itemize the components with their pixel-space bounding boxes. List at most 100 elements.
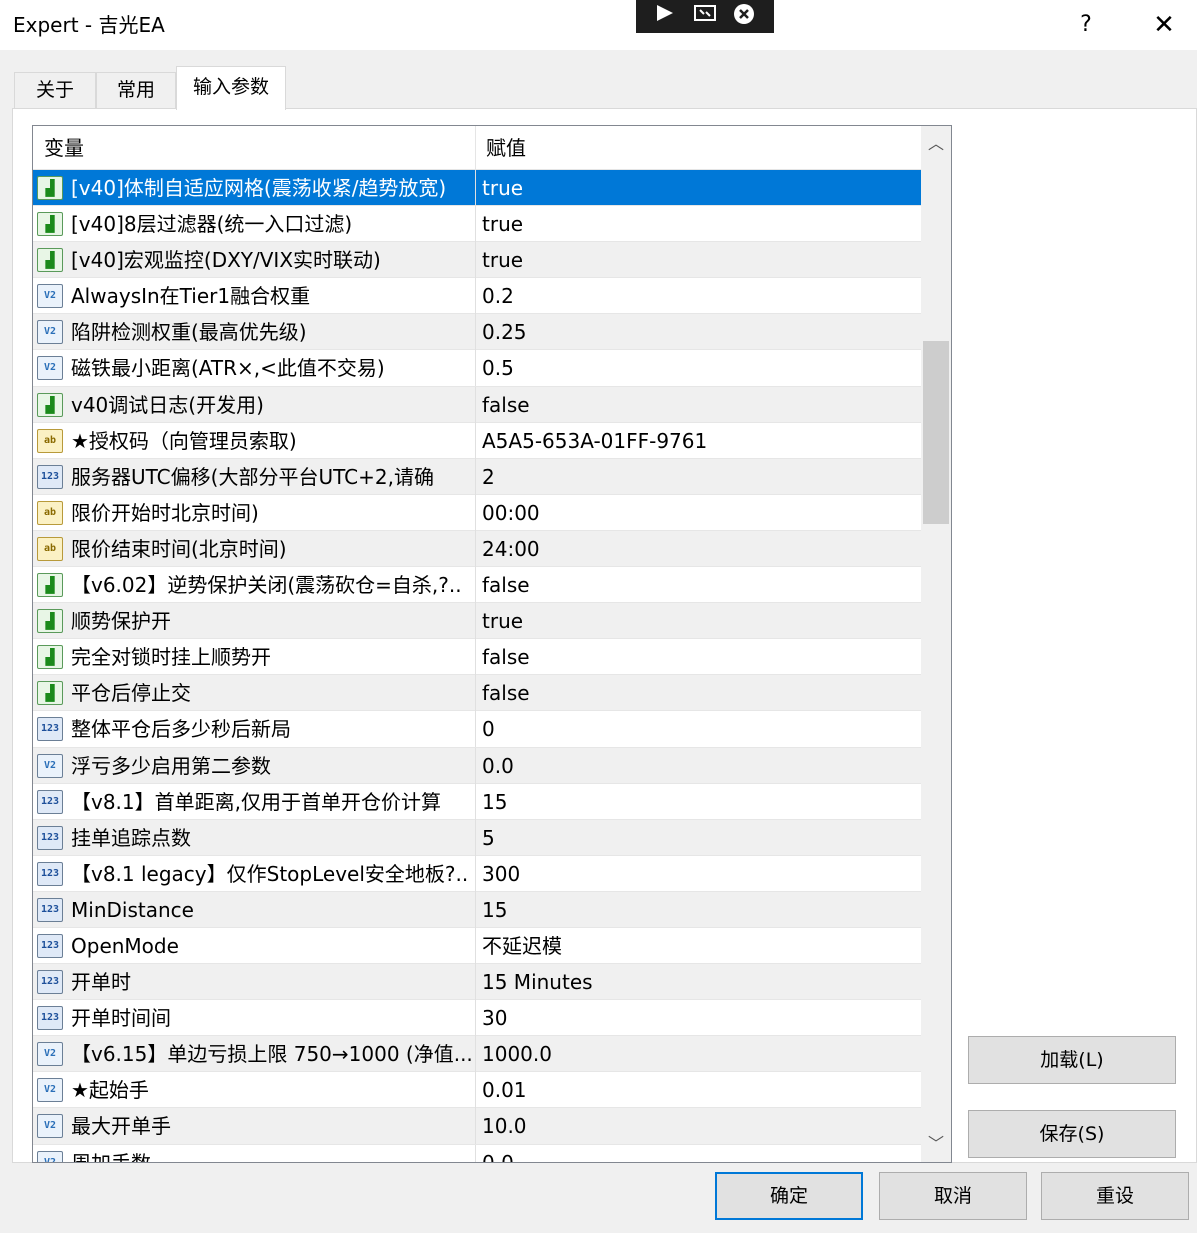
value-cell[interactable]: 10.0 (476, 1108, 921, 1144)
variable-cell[interactable]: V2 浮亏多少启用第二参数 (33, 747, 476, 784)
variable-cell[interactable]: 123 MinDistance (33, 891, 476, 928)
column-header-value[interactable]: 赋值 (476, 126, 921, 170)
value-cell[interactable]: 不延迟模 (476, 928, 921, 964)
table-row[interactable]: ab 限价开始时北京时间) 00:00 (33, 494, 921, 531)
value-cell[interactable]: false (476, 639, 921, 675)
close-circle-icon[interactable] (731, 3, 757, 27)
table-row[interactable]: 123 整体平仓后多少秒后新局 0 (33, 711, 921, 748)
variable-cell[interactable]: V2 陷阱检测权重(最高优先级) (33, 314, 476, 351)
value-cell[interactable]: 1000.0 (476, 1036, 921, 1072)
table-row[interactable]: 123 【v8.1】首单距离,仅用于首单开仓价计算 15 (33, 783, 921, 820)
variable-cell[interactable]: ▟ v40调试日志(开发用) (33, 386, 476, 423)
value-cell[interactable]: 5 (476, 820, 921, 856)
tab-common[interactable]: 常用 (96, 72, 176, 108)
value-cell[interactable]: 0.0 (476, 748, 921, 784)
scroll-down-icon[interactable]: ﹀ (921, 1126, 951, 1162)
column-header-variable[interactable]: 变量 (33, 126, 476, 170)
value-cell[interactable]: 0.5 (476, 350, 921, 386)
table-row[interactable]: 123 MinDistance 15 (33, 891, 921, 928)
variable-cell[interactable]: ▟ [v40]8层过滤器(统一入口过滤) (33, 206, 476, 243)
value-cell[interactable]: 300 (476, 856, 921, 892)
variable-cell[interactable]: ▟ 【v6.02】逆势保护关闭(震荡砍仓=自杀,?.. (33, 567, 476, 604)
help-button[interactable]: ? (1068, 8, 1104, 42)
variable-cell[interactable]: V2 最大开单手 (33, 1108, 476, 1145)
variable-cell[interactable]: ab 限价结束时间(北京时间) (33, 530, 476, 567)
value-cell[interactable]: false (476, 675, 921, 711)
table-row[interactable]: V2 磁铁最小距离(ATR×,<此值不交易) 0.5 (33, 350, 921, 387)
variable-cell[interactable]: ▟ [v40]宏观监控(DXY/VIX实时联动) (33, 242, 476, 279)
ok-button[interactable]: 确定 (715, 1172, 863, 1220)
value-cell[interactable]: true (476, 242, 921, 278)
table-row[interactable]: ▟ [v40]宏观监控(DXY/VIX实时联动) true (33, 242, 921, 279)
table-row[interactable]: ▟ v40调试日志(开发用) false (33, 386, 921, 423)
table-row[interactable]: 123 挂单追踪点数 5 (33, 819, 921, 856)
table-row[interactable]: ▟ 完全对锁时挂上顺势开 false (33, 639, 921, 676)
value-cell[interactable]: 0.2 (476, 278, 921, 314)
variable-cell[interactable]: 123 开单时 (33, 964, 476, 1001)
variable-cell[interactable]: 123 OpenMode (33, 927, 476, 964)
variable-cell[interactable]: 123 【v8.1】首单距离,仅用于首单开仓价计算 (33, 783, 476, 820)
variable-cell[interactable]: 123 服务器UTC偏移(大部分平台UTC+2,请确 (33, 458, 476, 495)
value-cell[interactable]: 0.0 (476, 1145, 921, 1162)
value-cell[interactable]: 2 (476, 459, 921, 495)
table-row[interactable]: V2 陷阱检测权重(最高优先级) 0.25 (33, 314, 921, 351)
table-row[interactable]: 123 开单时间间 30 (33, 1000, 921, 1037)
pin-icon[interactable] (652, 3, 678, 27)
table-row[interactable]: ▟ 平仓后停止交 false (33, 675, 921, 712)
tab-inputs[interactable]: 输入参数 (176, 66, 286, 110)
scroll-thumb[interactable] (923, 341, 949, 524)
scroll-up-icon[interactable]: ︿ (921, 126, 951, 162)
variable-cell[interactable]: V2 磁铁最小距离(ATR×,<此值不交易) (33, 350, 476, 387)
variable-cell[interactable]: V2 【v6.15】单边亏损上限 750→1000 (净值... (33, 1036, 476, 1073)
value-cell[interactable]: 0 (476, 711, 921, 747)
vertical-scrollbar[interactable]: ︿ ﹀ (921, 126, 951, 1162)
variable-cell[interactable]: 123 【v8.1 legacy】仅作StopLevel安全地板?.. (33, 855, 476, 892)
variable-cell[interactable]: ▟ [v40]体制自适应网格(震荡收紧/趋势放宽) (33, 170, 476, 206)
table-row[interactable]: V2 AlwaysIn在Tier1融合权重 0.2 (33, 278, 921, 315)
variable-cell[interactable]: V2 ★起始手 (33, 1072, 476, 1109)
variable-cell[interactable]: V2 周加手数 (33, 1144, 476, 1162)
variable-cell[interactable]: 123 开单时间间 (33, 1000, 476, 1037)
value-cell[interactable]: false (476, 387, 921, 423)
table-row[interactable]: 123 【v8.1 legacy】仅作StopLevel安全地板?.. 300 (33, 855, 921, 892)
value-cell[interactable]: true (476, 170, 921, 206)
variable-cell[interactable]: ▟ 平仓后停止交 (33, 675, 476, 712)
value-cell[interactable]: 00:00 (476, 495, 921, 531)
tab-about[interactable]: 关于 (14, 72, 96, 108)
table-row[interactable]: V2 浮亏多少启用第二参数 0.0 (33, 747, 921, 784)
table-row[interactable]: V2 最大开单手 10.0 (33, 1108, 921, 1145)
table-row[interactable]: ab 限价结束时间(北京时间) 24:00 (33, 530, 921, 568)
variable-cell[interactable]: 123 挂单追踪点数 (33, 819, 476, 856)
variable-cell[interactable]: 123 整体平仓后多少秒后新局 (33, 711, 476, 748)
value-cell[interactable]: true (476, 206, 921, 242)
table-row[interactable]: 123 OpenMode 不延迟模 (33, 927, 921, 965)
value-cell[interactable]: A5A5-653A-01FF-9761 (476, 423, 921, 459)
table-row[interactable]: V2 ★起始手 0.01 (33, 1072, 921, 1109)
value-cell[interactable]: 15 Minutes (476, 964, 921, 1000)
close-button[interactable]: ✕ (1146, 8, 1182, 42)
value-cell[interactable]: 15 (476, 784, 921, 820)
table-row[interactable]: ▟ 【v6.02】逆势保护关闭(震荡砍仓=自杀,?.. false (33, 567, 921, 604)
variable-cell[interactable]: ▟ 完全对锁时挂上顺势开 (33, 639, 476, 676)
table-row[interactable]: ab ★授权码（向管理员索取) A5A5-653A-01FF-9761 (33, 422, 921, 459)
table-row[interactable]: ▟ [v40]体制自适应网格(震荡收紧/趋势放宽) true (33, 170, 921, 207)
table-row[interactable]: 123 开单时 15 Minutes (33, 964, 921, 1001)
save-button[interactable]: 保存(S) (968, 1110, 1176, 1158)
value-cell[interactable]: false (476, 567, 921, 603)
load-button[interactable]: 加载(L) (968, 1036, 1176, 1084)
value-cell[interactable]: 0.25 (476, 314, 921, 350)
value-cell[interactable]: 15 (476, 892, 921, 928)
cancel-button[interactable]: 取消 (879, 1172, 1027, 1220)
variable-cell[interactable]: ab ★授权码（向管理员索取) (33, 422, 476, 459)
table-row[interactable]: ▟ 顺势保护开 true (33, 603, 921, 640)
table-row[interactable]: V2 周加手数 0.0 (33, 1144, 921, 1162)
restore-icon[interactable] (692, 3, 718, 27)
value-cell[interactable]: true (476, 603, 921, 639)
value-cell[interactable]: 0.01 (476, 1072, 921, 1108)
table-row[interactable]: ▟ [v40]8层过滤器(统一入口过滤) true (33, 206, 921, 243)
variable-cell[interactable]: V2 AlwaysIn在Tier1融合权重 (33, 278, 476, 315)
reset-button[interactable]: 重设 (1041, 1172, 1189, 1220)
variable-cell[interactable]: ▟ 顺势保护开 (33, 603, 476, 640)
table-row[interactable]: V2 【v6.15】单边亏损上限 750→1000 (净值... 1000.0 (33, 1036, 921, 1073)
value-cell[interactable]: 24:00 (476, 531, 921, 567)
